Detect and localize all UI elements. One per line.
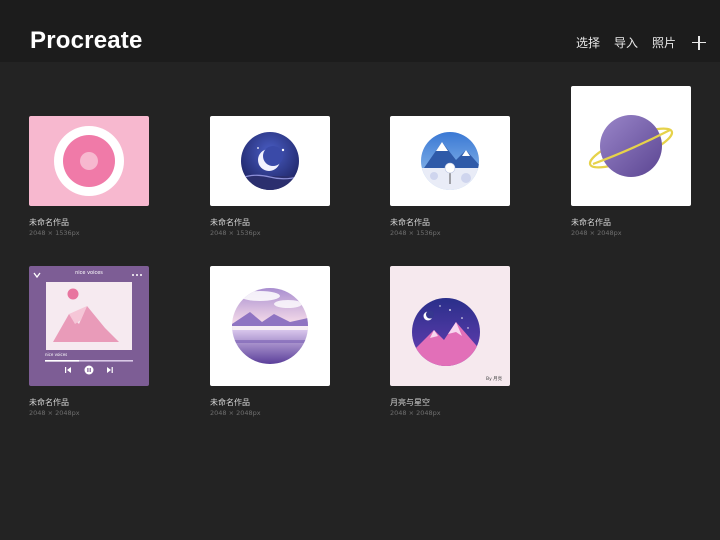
- artwork-thumbnail[interactable]: [571, 86, 691, 206]
- artwork-name: 未命名作品: [210, 398, 250, 407]
- artwork-size: 2048 × 1536px: [390, 229, 441, 237]
- artwork-size: 2048 × 2048px: [571, 229, 622, 237]
- donut-icon: [54, 126, 124, 196]
- music-player-icon: [33, 272, 142, 375]
- artwork-size: 2048 × 2048px: [210, 409, 261, 417]
- moon-stars-mountain-icon: [412, 298, 480, 366]
- planet-icon: [588, 115, 674, 177]
- artist-signature: By 月亮: [486, 377, 503, 382]
- select-button[interactable]: 选择: [576, 34, 600, 51]
- photos-button[interactable]: 照片: [652, 34, 676, 51]
- artwork-name: 未命名作品: [390, 218, 430, 227]
- snowy-mountain-icon: [421, 132, 479, 190]
- top-bar: Procreate 选择 导入 照片: [0, 0, 720, 62]
- add-plus-icon[interactable]: [692, 35, 706, 50]
- lake-landscape-icon: [232, 288, 308, 364]
- artwork-name: 月亮与星空: [390, 398, 430, 407]
- player-caption: nice voices: [45, 352, 68, 357]
- import-button[interactable]: 导入: [614, 34, 638, 51]
- artwork-size: 2048 × 2048px: [29, 409, 80, 417]
- artwork-name: 未命名作品: [29, 218, 69, 227]
- artwork-name: 未命名作品: [210, 218, 250, 227]
- artwork-thumbnail[interactable]: [210, 266, 330, 386]
- artwork-name: 未命名作品: [29, 398, 69, 407]
- artwork-thumbnail[interactable]: [390, 116, 510, 206]
- artwork-thumbnail[interactable]: [210, 116, 330, 206]
- artwork-size: 2048 × 2048px: [390, 409, 441, 417]
- artwork-thumbnail[interactable]: nice voices nice voices: [29, 266, 149, 386]
- artwork-thumbnail[interactable]: [29, 116, 149, 206]
- crescent-moon-icon: [241, 132, 299, 190]
- app-title: Procreate: [30, 27, 143, 54]
- artwork-name: 未命名作品: [571, 218, 611, 227]
- artwork-size: 2048 × 1536px: [210, 229, 261, 237]
- artwork-size: 2048 × 1536px: [29, 229, 80, 237]
- player-title: nice voices: [75, 270, 103, 276]
- artwork-thumbnail[interactable]: By 月亮: [390, 266, 510, 386]
- toolbar-actions: 选择 导入 照片: [562, 34, 706, 51]
